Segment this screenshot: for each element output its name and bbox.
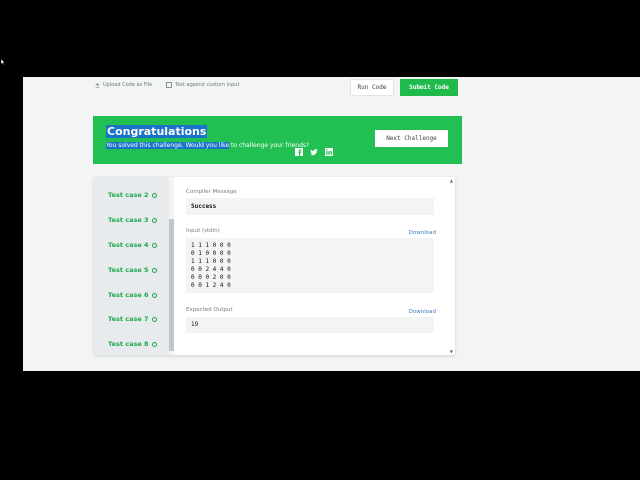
test-case-label: Test case 2 [108,191,149,199]
editor-toolbar: Upload Code as File Test against custom … [95,82,239,88]
test-case-label: Test case 4 [108,241,149,249]
tab-test-case-3[interactable]: Test case 3 [108,216,157,224]
input-label: Input (stdin) [186,228,220,234]
banner-title: Congratulations [106,125,208,138]
scroll-up-arrow-icon[interactable]: ▲ [450,178,453,183]
custom-input-label: Test against custom input [175,82,240,88]
test-case-list: Test case 2 Test case 3 Test case 4 Test… [94,177,169,355]
test-case-label: Test case 5 [108,266,149,274]
check-circle-icon [151,192,157,198]
input-line: 1 1 1 0 0 0 [191,258,231,265]
linkedin-icon[interactable] [325,141,333,156]
expected-output-label: Expected Output [186,307,233,313]
share-icons [295,141,333,156]
tab-test-case-2[interactable]: Test case 2 [108,191,157,199]
input-line: 0 0 2 4 4 0 [191,266,231,273]
banner-message-highlighted: You solved this challenge. Would you lik… [106,142,230,149]
check-circle-icon [151,267,157,273]
test-results-panel: Test case 2 Test case 3 Test case 4 Test… [94,177,455,355]
checkbox-icon[interactable] [166,82,173,88]
input-box: 1 1 1 0 0 0 0 1 0 0 0 0 1 1 1 0 0 0 0 0 … [186,238,434,293]
expected-output-box: 19 [186,317,434,333]
check-circle-icon [151,341,157,347]
test-case-label: Test case 6 [108,291,149,299]
test-case-label: Test case 3 [108,216,149,224]
tab-test-case-4[interactable]: Test case 4 [108,241,157,249]
tab-test-case-7[interactable]: Test case 7 [108,315,157,323]
compiler-message-box: Success [186,198,434,215]
input-line: 0 1 0 0 0 0 [191,250,231,257]
test-case-label: Test case 7 [108,315,149,323]
download-input-link[interactable]: Download [409,230,436,236]
next-challenge-button[interactable]: Next Challenge [375,130,448,147]
browser-viewport: Upload Code as File Test against custom … [23,77,640,371]
download-output-link[interactable]: Download [409,309,436,315]
compiler-message-label: Compiler Message [186,189,237,195]
tab-test-case-6[interactable]: Test case 6 [108,291,157,299]
input-line: 0 0 0 2 0 0 [191,274,231,281]
input-line: 1 1 1 0 0 0 [191,242,231,249]
upload-code-label: Upload Code as File [103,82,153,88]
run-code-button[interactable]: Run Code [350,79,394,96]
test-case-label: Test case 8 [108,340,149,348]
scroll-down-arrow-icon[interactable]: ▼ [450,349,453,354]
check-circle-icon [151,242,157,248]
check-circle-icon [151,217,157,223]
upload-icon [95,82,100,88]
check-circle-icon [151,316,157,322]
submit-code-button[interactable]: Submit Code [400,79,458,96]
banner-message: You solved this challenge. Would you lik… [106,141,309,150]
mouse-cursor-icon [1,59,5,65]
check-circle-icon [151,292,157,298]
facebook-icon[interactable] [295,141,303,156]
tab-test-case-8[interactable]: Test case 8 [108,340,157,348]
input-line: 0 0 1 2 4 0 [191,282,231,289]
test-list-scroll-thumb[interactable] [169,219,174,351]
tab-test-case-5[interactable]: Test case 5 [108,266,157,274]
success-banner: Congratulations You solved this challeng… [93,116,462,164]
twitter-icon[interactable] [310,141,318,156]
custom-input-toggle[interactable]: Test against custom input [166,82,239,88]
upload-code-link[interactable]: Upload Code as File [95,82,152,88]
